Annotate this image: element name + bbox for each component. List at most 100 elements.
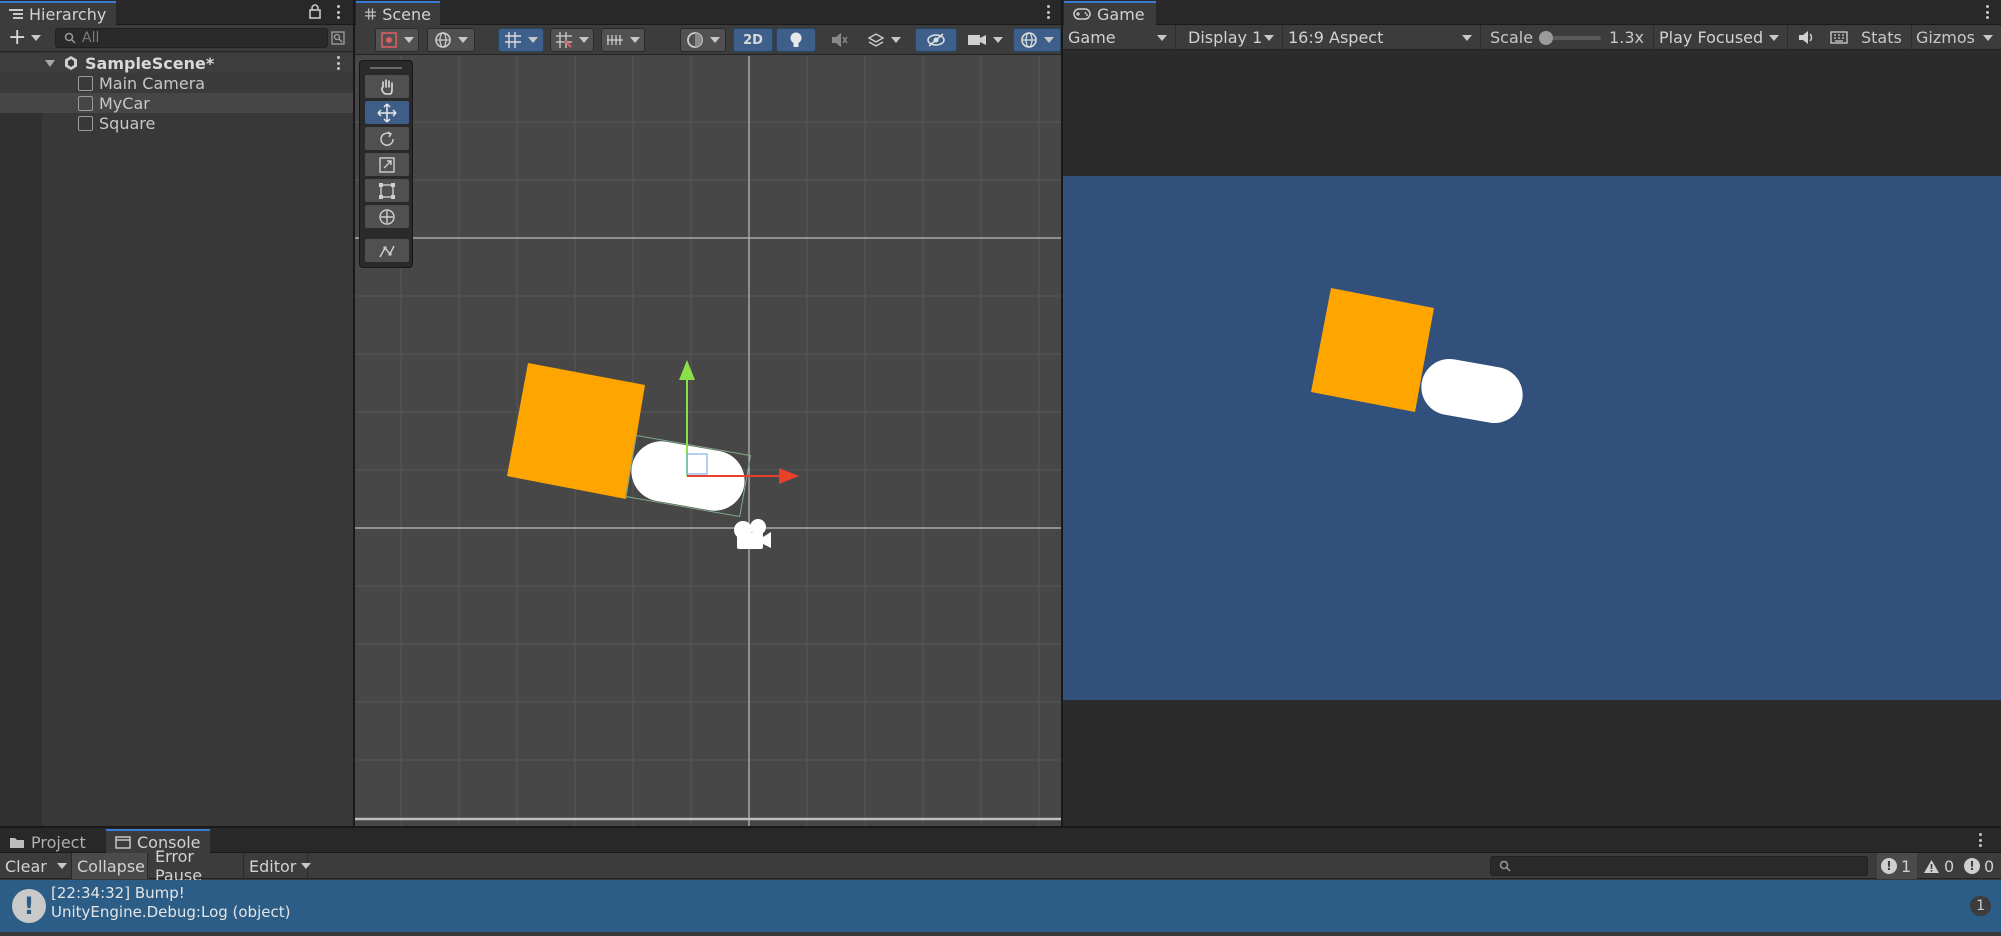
draw-mode-button[interactable]	[680, 28, 726, 52]
aspect-select-value: 16:9 Aspect	[1288, 28, 1384, 47]
chevron-down-icon	[1769, 35, 1779, 41]
clear-button[interactable]: Clear	[0, 853, 72, 879]
error-count-toggle[interactable]: ! 0	[1962, 853, 2000, 879]
tab-hierarchy[interactable]: Hierarchy	[0, 1, 116, 25]
view-select[interactable]: Game	[1063, 25, 1176, 50]
square-sprite[interactable]	[507, 363, 645, 499]
global-pivot-button[interactable]	[427, 28, 475, 52]
tab-scene[interactable]: Scene	[356, 1, 440, 25]
chevron-down-icon	[31, 35, 42, 41]
scene-canvas[interactable]	[355, 56, 1061, 826]
scene-grid	[355, 56, 1061, 826]
game-view[interactable]	[1063, 176, 2001, 700]
increment-snap-button[interactable]	[601, 28, 645, 52]
aspect-select[interactable]: 16:9 Aspect	[1283, 25, 1481, 50]
collapse-label: Collapse	[77, 856, 145, 876]
hierarchy-item-label: MyCar	[99, 93, 150, 113]
gizmos-button[interactable]	[1013, 28, 1061, 52]
folder-icon	[10, 837, 24, 848]
stats-label: Stats	[1861, 28, 1902, 47]
warning-count-toggle[interactable]: 0	[1921, 853, 1959, 879]
audio-mute-icon[interactable]	[1798, 30, 1816, 45]
hierarchy-item-label: Main Camera	[99, 73, 206, 93]
log-entry[interactable]: ! [22:34:32] Bump! UnityEngine.Debug:Log…	[0, 880, 2001, 932]
gizmos-button[interactable]: Gizmos	[1911, 25, 2001, 50]
chevron-down-icon	[1264, 35, 1274, 41]
search-placeholder: All	[82, 30, 100, 46]
scale-tool-button[interactable]	[365, 153, 409, 176]
error-pause-toggle[interactable]: Error Pause	[150, 847, 244, 885]
overlay-drag-handle[interactable]	[370, 67, 402, 69]
game-menu-icon[interactable]	[1982, 3, 1992, 21]
warning-icon	[1924, 859, 1939, 873]
tab-scene-label: Scene	[382, 4, 431, 24]
chevron-down-icon	[404, 37, 414, 43]
lock-icon[interactable]	[309, 4, 321, 19]
game-square-sprite	[1311, 288, 1434, 412]
toggle-2d-button[interactable]: 2D	[733, 28, 773, 52]
effects-button[interactable]	[860, 28, 908, 52]
game-car-sprite	[1421, 359, 1523, 423]
expand-arrow-icon[interactable]	[45, 59, 55, 67]
grid-snap-button[interactable]	[498, 28, 544, 52]
console-menu-icon[interactable]	[1975, 831, 1985, 849]
tab-project[interactable]: Project	[0, 829, 104, 853]
tool-settings-button[interactable]	[375, 28, 419, 52]
ruler-icon	[607, 35, 623, 45]
search-filter-icon[interactable]	[331, 31, 345, 45]
custom-tool-button[interactable]	[365, 239, 409, 262]
toggle-2d-label: 2D	[743, 32, 763, 48]
hierarchy-tree: SampleScene* Main Camera MyCar Square	[0, 52, 353, 826]
rotate-tool-button[interactable]	[365, 127, 409, 150]
scene-camera-button[interactable]	[961, 28, 1009, 52]
console-icon	[115, 835, 131, 849]
custom-tool-icon	[379, 245, 395, 257]
error-icon: !	[1964, 858, 1980, 874]
log-count-toggle[interactable]: ! 1	[1877, 853, 1917, 879]
game-panel: Game Game Display 1 16:9 Aspect Scale 1.…	[1063, 0, 2001, 826]
hierarchy-item-square[interactable]: Square	[0, 113, 353, 133]
add-object-button[interactable]: +	[8, 27, 42, 49]
chevron-down-icon	[1157, 35, 1167, 41]
hierarchy-menu-icon[interactable]	[333, 3, 343, 21]
tool-settings-icon	[381, 32, 397, 48]
move-arrows-icon	[377, 102, 397, 123]
audio-toggle-button[interactable]	[821, 28, 857, 52]
stats-button[interactable]: Stats	[1861, 25, 1902, 50]
scene-name: SampleScene*	[85, 53, 215, 73]
editor-select[interactable]: Editor	[244, 853, 312, 879]
chevron-down-icon	[1044, 37, 1054, 43]
chevron-down-icon	[1983, 35, 1993, 41]
chevron-down-icon	[891, 37, 901, 43]
keyboard-shortcuts-icon[interactable]	[1830, 31, 1848, 44]
scene-row[interactable]: SampleScene*	[0, 53, 353, 73]
view-select-value: Game	[1068, 28, 1116, 47]
scene-viewport[interactable]	[355, 56, 1061, 826]
play-mode-select[interactable]: Play Focused	[1653, 25, 1788, 50]
display-select[interactable]: Display 1	[1183, 25, 1283, 50]
camera-icon	[968, 35, 986, 45]
tab-game[interactable]: Game	[1064, 1, 1156, 25]
hierarchy-item-mycar[interactable]: MyCar	[0, 93, 353, 113]
info-icon: !	[1881, 858, 1897, 874]
hidden-objects-button[interactable]	[915, 28, 957, 52]
chevron-down-icon	[301, 863, 312, 869]
y-axis-arrow-icon[interactable]	[679, 360, 695, 380]
console-search-input[interactable]	[1490, 856, 1868, 876]
collapse-toggle[interactable]: Collapse	[72, 853, 148, 879]
hierarchy-item-main-camera[interactable]: Main Camera	[0, 73, 353, 93]
move-tool-button[interactable]	[365, 101, 409, 124]
lighting-toggle-button[interactable]	[776, 28, 816, 52]
rect-tool-button[interactable]	[365, 179, 409, 202]
transform-tool-button[interactable]	[365, 205, 409, 228]
scale-slider[interactable]	[1539, 30, 1602, 45]
scene-menu-icon[interactable]	[333, 54, 343, 72]
grid-magnet-icon	[556, 32, 572, 48]
grid-settings-button[interactable]	[550, 28, 594, 52]
hand-tool-button[interactable]	[365, 75, 409, 98]
hierarchy-item-label: Square	[99, 113, 156, 133]
tab-hierarchy-label: Hierarchy	[29, 4, 107, 24]
hierarchy-search-input[interactable]: All	[55, 28, 328, 48]
scene-menu-icon[interactable]	[1043, 3, 1053, 21]
scale-slider-thumb[interactable]	[1539, 30, 1554, 45]
